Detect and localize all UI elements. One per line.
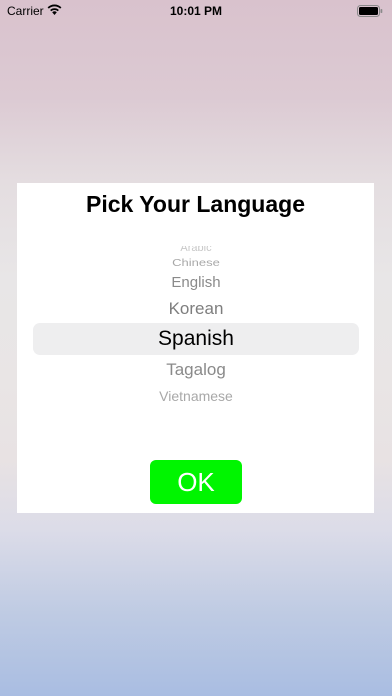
- language-picker[interactable]: Arabic Chinese English Korean Spanish Ta…: [33, 245, 359, 415]
- picker-option-vietnamese[interactable]: Vietnamese: [33, 388, 359, 404]
- picker-option-korean[interactable]: Korean: [33, 299, 359, 319]
- picker-option-tagalog[interactable]: Tagalog: [33, 360, 359, 380]
- picker-option-spanish-selected[interactable]: Spanish: [33, 327, 359, 351]
- ok-button[interactable]: OK: [150, 460, 242, 504]
- picker-option-arabic[interactable]: Arabic: [33, 246, 359, 254]
- status-time: 10:01 PM: [169, 4, 223, 18]
- battery-icon: [357, 5, 383, 17]
- picker-option-english[interactable]: English: [33, 274, 359, 291]
- dialog-title: Pick Your Language: [86, 191, 305, 217]
- language-dialog: Pick Your Language Arabic Chinese Englis…: [17, 183, 374, 513]
- status-bar: Carrier 10:01 PM: [0, 0, 392, 22]
- picker-option-chinese[interactable]: Chinese: [33, 257, 359, 269]
